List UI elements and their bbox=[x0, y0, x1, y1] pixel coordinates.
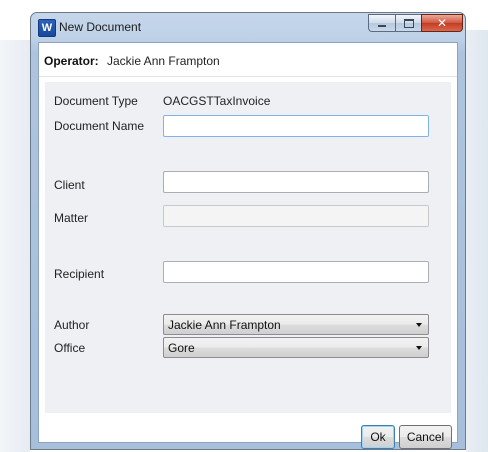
word-icon: W bbox=[38, 19, 56, 37]
form-panel: Document Type OACGSTTaxInvoice Document … bbox=[45, 82, 451, 413]
close-icon: ✕ bbox=[436, 16, 448, 30]
operator-label: Operator: bbox=[44, 54, 99, 68]
maximize-button[interactable] bbox=[395, 14, 422, 32]
recipient-field[interactable] bbox=[163, 261, 429, 283]
document-type-label: Document Type bbox=[54, 94, 138, 108]
operator-name: Jackie Ann Frampton bbox=[107, 54, 220, 68]
author-dropdown[interactable]: Jackie Ann Frampton bbox=[163, 314, 429, 335]
operator-bar: Operator: Jackie Ann Frampton bbox=[39, 43, 457, 77]
window-title: New Document bbox=[59, 20, 142, 34]
cancel-button[interactable]: Cancel bbox=[399, 425, 452, 449]
office-selected: Gore bbox=[168, 341, 195, 355]
matter-label: Matter bbox=[54, 211, 89, 225]
document-name-label: Document Name bbox=[54, 119, 145, 133]
chevron-down-icon bbox=[416, 323, 422, 327]
desktop-background-top bbox=[0, 0, 488, 12]
document-type-value: OACGSTTaxInvoice bbox=[163, 94, 271, 108]
minimize-button[interactable] bbox=[368, 14, 396, 32]
desktop-background-right bbox=[466, 30, 488, 452]
dialog-content: Operator: Jackie Ann Frampton Document T… bbox=[38, 42, 458, 449]
chevron-down-icon bbox=[416, 346, 422, 350]
office-dropdown[interactable]: Gore bbox=[163, 337, 429, 358]
office-label: Office bbox=[54, 341, 86, 355]
ok-button[interactable]: Ok bbox=[361, 425, 395, 449]
client-label: Client bbox=[54, 178, 85, 192]
document-name-field[interactable] bbox=[163, 115, 429, 137]
maximize-icon bbox=[403, 19, 414, 28]
desktop-background-left bbox=[0, 40, 30, 452]
client-field[interactable] bbox=[163, 171, 429, 193]
author-selected: Jackie Ann Frampton bbox=[168, 318, 281, 332]
recipient-label: Recipient bbox=[54, 267, 105, 281]
author-label: Author bbox=[54, 318, 90, 332]
minimize-icon bbox=[378, 25, 386, 27]
title-bar[interactable]: W New Document ✕ bbox=[31, 13, 465, 41]
new-document-dialog: W New Document ✕ Operator: Jackie Ann Fr… bbox=[30, 12, 466, 450]
close-button[interactable]: ✕ bbox=[421, 14, 463, 32]
matter-field bbox=[163, 205, 429, 227]
